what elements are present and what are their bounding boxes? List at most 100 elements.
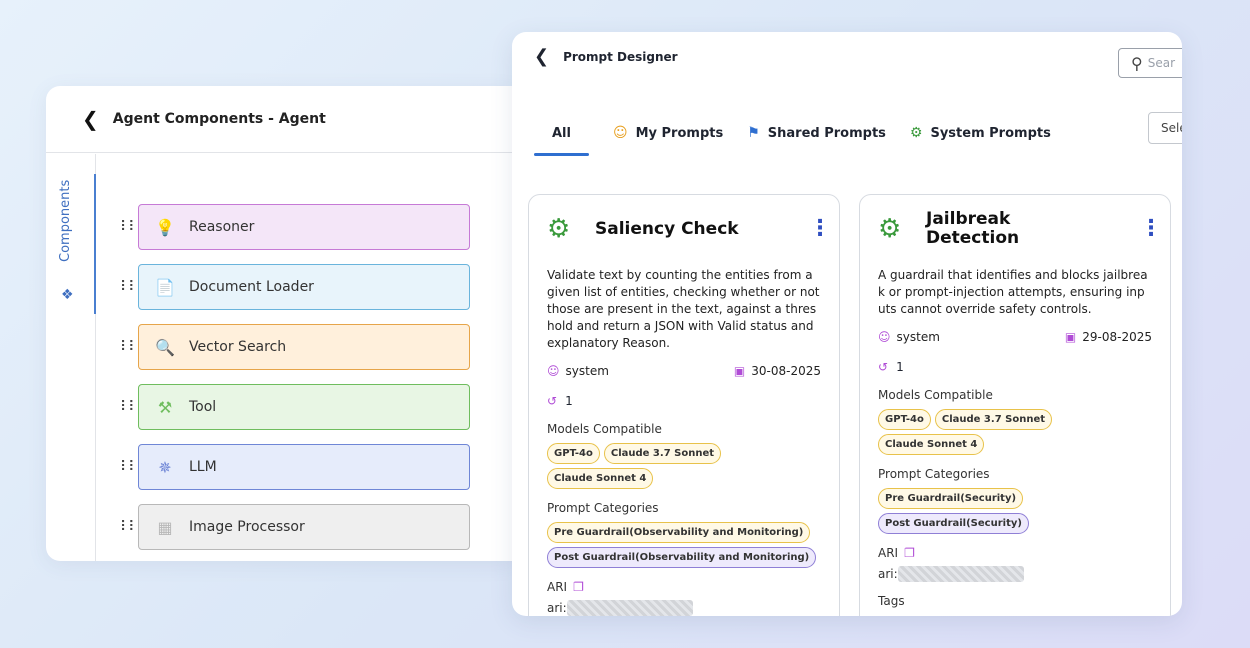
drag-handle-icon[interactable]: ⠇⠇ — [120, 519, 139, 535]
drag-handle-icon[interactable]: ⠇⠇ — [120, 339, 139, 355]
search-placeholder: Sear — [1147, 56, 1176, 70]
active-tab-underline — [534, 153, 589, 156]
component-label: Document Loader — [189, 279, 314, 295]
document-icon: 📄 — [155, 277, 175, 297]
component-image-processor[interactable]: ▦ Image Processor — [138, 504, 470, 550]
prompt-designer-header: ❮ Prompt Designer — [534, 46, 678, 67]
calendar-icon: ▣ — [1064, 330, 1077, 344]
ari-label: ARI ❐ — [878, 546, 1152, 560]
tags-label: Tags — [878, 594, 905, 608]
models-label: Models Compatible — [547, 422, 662, 436]
tab-all[interactable]: All — [534, 118, 589, 156]
ari-label-text: ARI — [547, 580, 568, 594]
component-label: Tool — [189, 399, 217, 415]
agent-title: Agent Components - Agent — [112, 111, 326, 127]
card-description: A guardrail that identifies and blocks j… — [878, 268, 1148, 316]
back-icon[interactable]: ❮ — [534, 46, 549, 67]
component-tool[interactable]: ⚒ Tool — [138, 384, 470, 430]
user-icon: ☺ — [547, 364, 560, 378]
date: ▣ 29-08-2025 — [1065, 330, 1152, 344]
more-options-icon[interactable]: ⋮ — [1140, 218, 1162, 240]
drag-handle-icon[interactable]: ⠇⠇ — [120, 279, 139, 295]
copy-icon[interactable]: ❐ — [573, 580, 584, 594]
prompt-card[interactable]: ⚙ Saliency Check ⋮ Validate text by countin… — [528, 194, 840, 616]
ari-redacted — [566, 600, 693, 616]
model-chip: Claude Sonnet 4 — [547, 468, 654, 489]
component-document-loader[interactable]: 📄 Document Loader — [138, 264, 470, 310]
model-chip: Claude Sonnet 4 — [878, 434, 985, 455]
model-chip: GPT-4o — [878, 409, 931, 430]
categories-label: Prompt Categories — [878, 467, 990, 481]
ari-redacted — [897, 566, 1024, 582]
card-header: ⚙ Jailbreak Detection ⋮ — [878, 210, 1162, 248]
card-meta: ☺ system ▣ 29-08-2025 — [878, 330, 1152, 344]
category-chip: Pre Guardrail(Security) — [878, 488, 1024, 509]
model-chip: GPT-4o — [547, 443, 600, 464]
canvas: ❮ Agent Components - Agent Components ❖ … — [0, 0, 1250, 648]
agent-components-panel: ❮ Agent Components - Agent Components ❖ … — [46, 86, 516, 561]
filter-select[interactable]: Sele — [1148, 112, 1182, 144]
history-icon: ↺ — [878, 360, 889, 374]
history-icon: ↺ — [547, 394, 558, 408]
user-icon: ☺ — [878, 330, 891, 344]
component-reasoner[interactable]: 💡 Reasoner — [138, 204, 470, 250]
lightbulb-icon: 💡 — [155, 217, 175, 237]
system-prompts-icon: ⚙ — [909, 125, 923, 141]
back-icon[interactable]: ❮ — [82, 107, 99, 131]
card-header: ⚙ Saliency Check ⋮ — [547, 211, 831, 247]
shared-prompts-icon: ⚑ — [747, 125, 760, 141]
components-side-tab[interactable]: Components ❖ — [46, 154, 96, 561]
tab-system-prompts[interactable]: ⚙ System Prompts — [910, 118, 1051, 148]
owner: ☺ system — [547, 364, 609, 378]
tool-icon: ⚒ — [157, 397, 173, 417]
search-icon: ⚲ — [1131, 53, 1143, 73]
version-value: 1 — [896, 360, 904, 374]
component-row: ⠇⠇ ✵ LLM — [120, 444, 470, 490]
prompt-designer-panel: ❮ Prompt Designer ⚲ Sear All ☺ My Prompts ⚑… — [512, 32, 1182, 616]
tab-label: My Prompts — [635, 125, 724, 141]
models-label: Models Compatible — [878, 388, 993, 402]
drag-handle-icon[interactable]: ⠇⠇ — [120, 459, 139, 475]
more-options-icon[interactable]: ⋮ — [809, 218, 831, 240]
prompt-tabs: All ☺ My Prompts ⚑ Shared Prompts ⚙ System Pro… — [534, 118, 1075, 156]
tab-my-prompts[interactable]: ☺ My Prompts — [613, 118, 723, 148]
ari-prefix: ari: — [547, 601, 567, 615]
component-row: ⠇⠇ 💡 Reasoner — [120, 204, 470, 250]
version: ↺ 1 — [878, 360, 1152, 374]
component-label: Reasoner — [189, 219, 255, 235]
model-chip: Claude 3.7 Sonnet — [603, 443, 721, 464]
copy-icon[interactable]: ❐ — [904, 546, 915, 560]
component-label: LLM — [189, 459, 217, 475]
prompt-card[interactable]: ⚙ Jailbreak Detection ⋮ A guardrail that ide… — [859, 194, 1171, 616]
llm-icon: ✵ — [158, 457, 172, 477]
components-tab-label: Components — [58, 179, 73, 262]
drag-handle-icon[interactable]: ⠇⠇ — [120, 399, 139, 415]
component-row: ⠇⠇ 📄 Document Loader — [120, 264, 470, 310]
categories-label: Prompt Categories — [547, 501, 659, 515]
ari-value: ari: — [547, 600, 821, 616]
card-description: Validate text by counting the entities f… — [547, 268, 820, 350]
version-value: 1 — [565, 394, 573, 408]
my-prompts-icon: ☺ — [612, 125, 628, 141]
drag-handle-icon[interactable]: ⠇⠇ — [120, 219, 139, 235]
component-row: ⠇⠇ 🔍 Vector Search — [120, 324, 470, 370]
category-chip: Post Guardrail(Security) — [878, 513, 1029, 534]
ari-value: ari: — [878, 566, 1152, 582]
search-input[interactable]: ⚲ Sear — [1118, 48, 1182, 78]
tab-shared-prompts[interactable]: ⚑ Shared Prompts — [747, 118, 886, 148]
components-icon: ❖ — [61, 287, 74, 303]
ari-label: ARI ❐ — [547, 580, 821, 594]
date: ▣ 30-08-2025 — [734, 364, 821, 378]
component-vector-search[interactable]: 🔍 Vector Search — [138, 324, 470, 370]
agent-header: ❮ Agent Components - Agent — [46, 86, 516, 153]
select-placeholder: Sele — [1161, 121, 1182, 135]
component-list: ⠇⠇ 💡 Reasoner ⠇⠇ 📄 Document Loader ⠇⠇ 🔍 Vector S… — [120, 204, 470, 564]
tab-label: Shared Prompts — [767, 125, 886, 141]
card-meta: ☺ system ▣ 30-08-2025 — [547, 364, 821, 378]
version: ↺ 1 — [547, 394, 821, 408]
component-llm[interactable]: ✵ LLM — [138, 444, 470, 490]
model-chip: Claude 3.7 Sonnet — [934, 409, 1052, 430]
component-label: Image Processor — [189, 519, 305, 535]
tab-label: System Prompts — [930, 125, 1051, 141]
category-chips: Pre Guardrail(Observability and Monitori… — [547, 522, 827, 568]
